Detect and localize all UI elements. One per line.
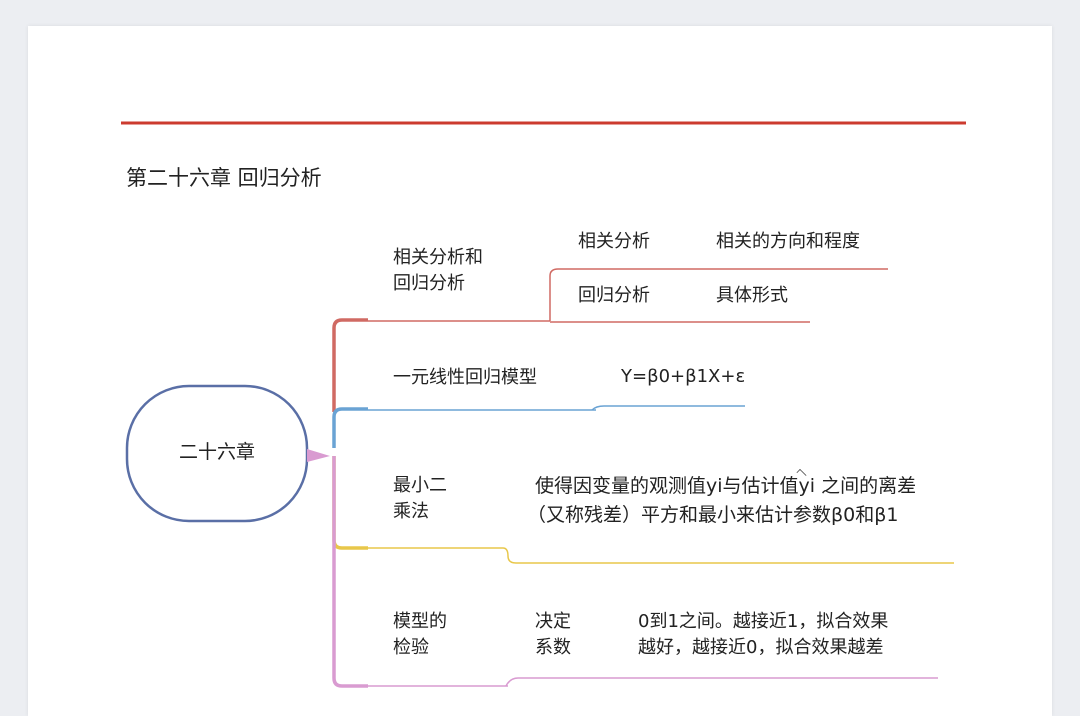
root-connector: [307, 449, 330, 462]
branch-2-detail: Y=β0+β1X+ε: [621, 366, 746, 387]
branch-2-label: 一元线性回归模型: [393, 367, 537, 388]
branch-4-child-label-line-1: 决定: [535, 611, 571, 632]
root-node-label: 二十六章: [178, 441, 255, 463]
branch-1-label-line-1: 相关分析和: [393, 247, 483, 268]
branch-1-child-1-detail: 相关的方向和程度: [716, 231, 860, 252]
branch-1-child-2-detail: 具体形式: [716, 285, 788, 306]
branch-3-detail-line-1: 使得因变量的观测值yi与估计值yi 之间的离差: [535, 472, 916, 501]
branch-4-child-detail-line-2: 越好，越接近0，拟合效果越差: [638, 637, 884, 658]
branch-3-detail-part-1: 使得因变量的观测值yi与估计值: [535, 475, 799, 497]
branch-3-detail: 使得因变量的观测值yi与估计值yi 之间的离差 （又称残差）平方和最小来估计参数…: [527, 472, 916, 530]
branch-2-connector: [332, 407, 368, 448]
branch-1-connector: [332, 318, 368, 412]
branch-4-child-label: 决定 系数: [535, 609, 571, 661]
branch-1-child-2-label: 回归分析: [578, 285, 650, 306]
branch-3-label-line-1: 最小二: [393, 475, 447, 496]
branch-4-child-label-line-2: 系数: [535, 637, 571, 658]
branch-1-label: 相关分析和 回归分析: [393, 245, 483, 297]
branch-4-child-detail: 0到1之间。越接近1，拟合效果 越好，越接近0，拟合效果越差: [638, 609, 888, 661]
branch-4-label: 模型的 检验: [393, 609, 447, 661]
branch-1-child-1-label: 相关分析: [578, 231, 650, 252]
branch-4-connector: [332, 456, 368, 688]
branch-3-label-line-2: 乘法: [393, 501, 429, 522]
mind-map-connectors: [121, 121, 966, 688]
branch-4-detail-underline: [505, 677, 938, 687]
branch-4-label-line-1: 模型的: [393, 611, 447, 632]
branch-3-detail-line-2: （又称残差）平方和最小来估计参数β0和β1: [527, 504, 899, 526]
estimated-value-yi-hat: yi: [799, 472, 816, 501]
branch-1-label-line-2: 回归分析: [393, 273, 465, 294]
branch-3-connector: [332, 456, 368, 550]
branch-4-child-detail-line-1: 0到1之间。越接近1，拟合效果: [638, 611, 889, 632]
branch-3-detail-underline: [502, 547, 954, 564]
branch-3-label: 最小二 乘法: [393, 473, 447, 525]
branch-3-detail-part-3: 之间的离差: [815, 475, 917, 497]
branch-2-detail-underline: [591, 405, 745, 411]
branch-4-label-line-2: 检验: [393, 637, 429, 658]
